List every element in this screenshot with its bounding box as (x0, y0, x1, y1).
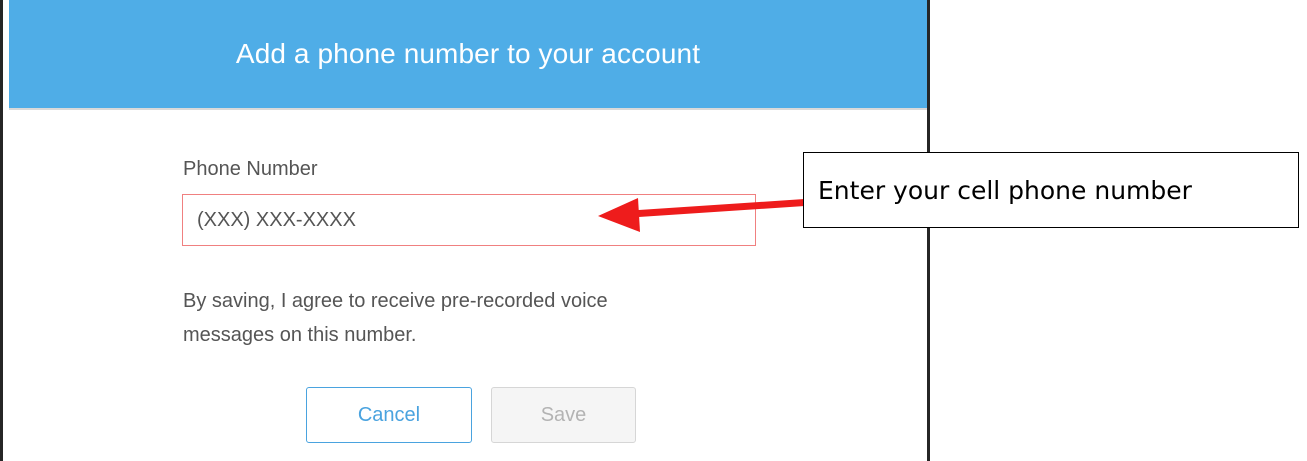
frame-edge-right (927, 0, 930, 461)
annotation-text: Enter your cell phone number (818, 175, 1192, 205)
annotation-arrow-icon (598, 198, 813, 232)
phone-number-label: Phone Number (183, 158, 318, 180)
annotation-arrow-head (598, 198, 640, 232)
consent-text-line-2: messages on this number. (183, 324, 417, 346)
dialog-header-divider (9, 108, 927, 110)
consent-text: By saving, I agree to receive pre-record… (183, 284, 683, 352)
save-button[interactable]: Save (491, 387, 636, 443)
annotation-arrow-shaft (631, 198, 813, 218)
annotation-callout: Enter your cell phone number (803, 152, 1299, 228)
dialog-header: Add a phone number to your account (9, 0, 927, 108)
consent-text-line-1: By saving, I agree to receive pre-record… (183, 290, 608, 312)
dialog-title: Add a phone number to your account (235, 38, 701, 69)
cancel-button[interactable]: Cancel (306, 387, 472, 443)
